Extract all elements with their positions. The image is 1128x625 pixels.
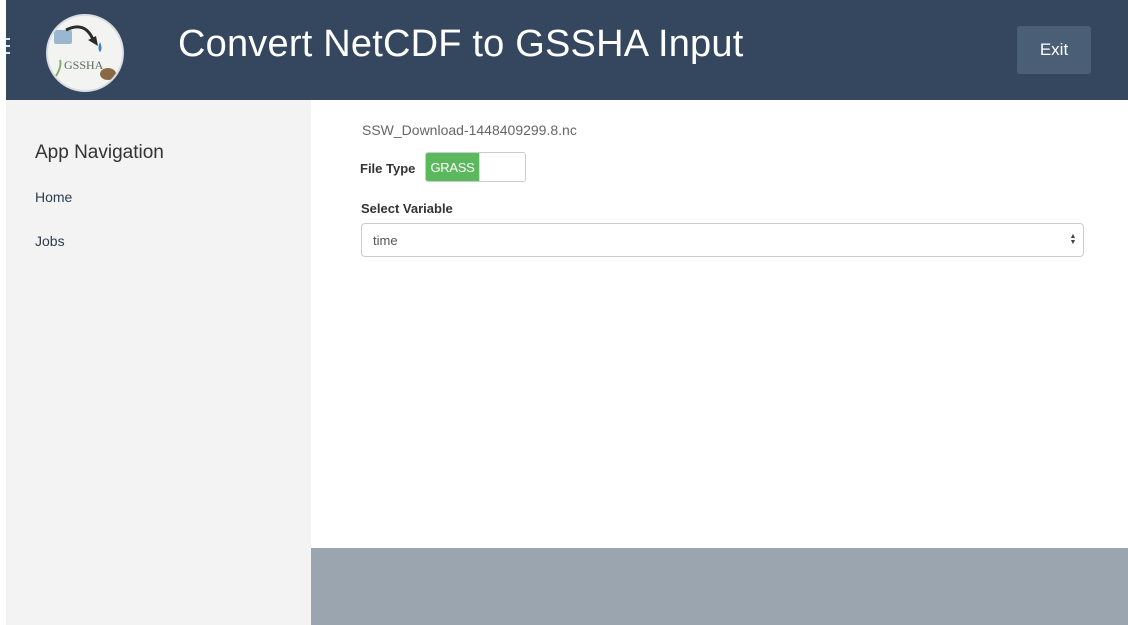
- page-footer: [311, 548, 1128, 625]
- sidebar-title: App Navigation: [35, 142, 164, 163]
- logo-text: GSSHA: [64, 58, 104, 72]
- app-navigation-sidebar: App Navigation Home Jobs: [6, 100, 311, 625]
- select-variable-label: Select Variable: [361, 201, 453, 216]
- exit-button[interactable]: Exit: [1017, 26, 1091, 74]
- main-content: SSW_Download-1448409299.8.nc File Type G…: [311, 100, 1128, 548]
- toggle-on-label: GRASS: [426, 153, 479, 181]
- app-title: Convert NetCDF to GSSHA Input: [178, 23, 744, 65]
- sidebar-item-jobs[interactable]: Jobs: [35, 233, 65, 249]
- file-type-toggle[interactable]: GRASS: [425, 152, 526, 182]
- variable-select-value: time: [373, 233, 398, 248]
- logo-graphic: [54, 25, 116, 80]
- file-name: SSW_Download-1448409299.8.nc: [362, 122, 577, 138]
- gssha-logo[interactable]: GSSHA: [46, 14, 124, 92]
- variable-select[interactable]: time ▲ ▼: [361, 223, 1084, 257]
- app-header: GSSHA Convert NetCDF to GSSHA Input Exit: [6, 0, 1128, 100]
- file-type-label: File Type: [360, 161, 416, 176]
- select-arrows-icon: ▲ ▼: [1069, 233, 1077, 246]
- sidebar-item-home[interactable]: Home: [35, 189, 72, 205]
- hamburger-icon[interactable]: [6, 38, 12, 54]
- toggle-handle[interactable]: [479, 153, 525, 181]
